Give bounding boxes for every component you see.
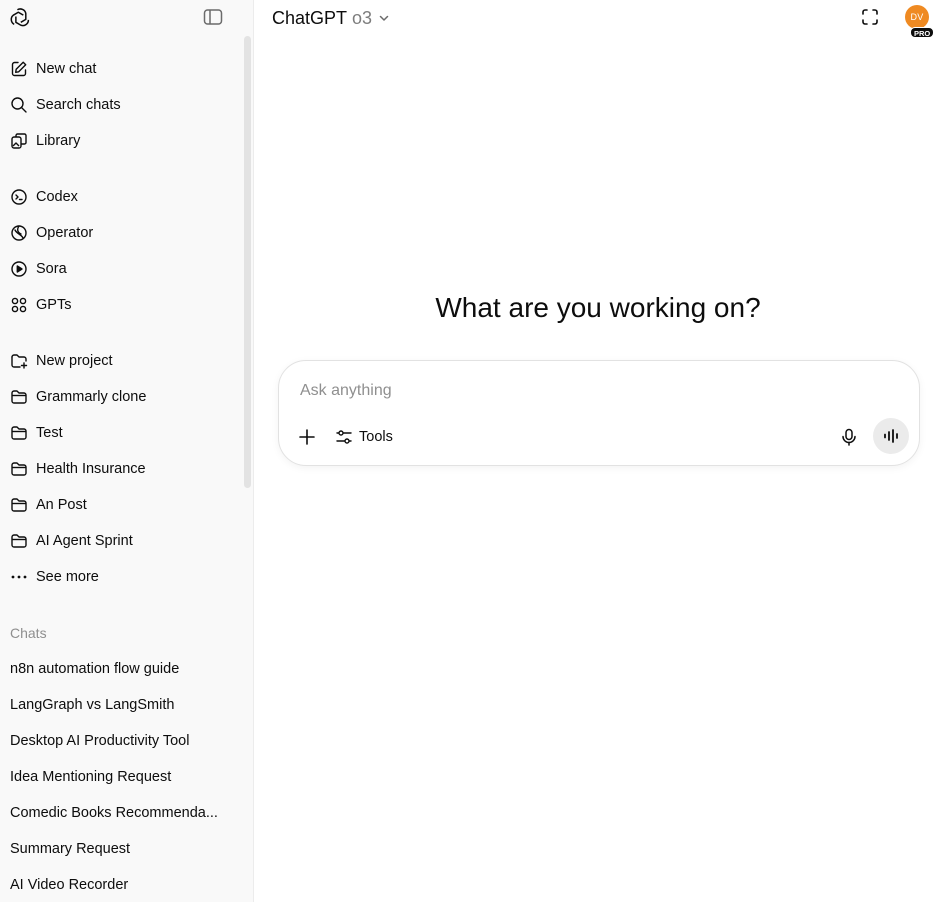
microphone-icon[interactable] <box>839 427 859 447</box>
temporary-chat-icon[interactable] <box>860 7 880 27</box>
sidebar-item-label: Operator <box>36 225 94 241</box>
sidebar-item-codex[interactable]: Codex <box>0 179 240 215</box>
model-version: o3 <box>352 7 373 28</box>
sidebar-item-label: Test <box>36 425 63 441</box>
sidebar-item-search-chats[interactable]: Search chats <box>0 87 240 123</box>
sidebar-item-label: See more <box>36 569 99 585</box>
voice-mode-button[interactable] <box>873 418 909 454</box>
codex-icon <box>11 189 27 205</box>
sidebar-item-see-more[interactable]: See more <box>0 559 240 595</box>
more-icon <box>11 575 27 579</box>
chats-section-label: Chats <box>10 625 47 641</box>
folder-icon <box>11 462 27 476</box>
sidebar-item-label: AI Agent Sprint <box>36 533 133 549</box>
sidebar-item-new-project[interactable]: New project <box>0 343 240 379</box>
library-icon <box>11 133 27 149</box>
sidebar-header <box>0 0 253 36</box>
sidebar-item-label: An Post <box>36 497 87 513</box>
sidebar-item-sora[interactable]: Sora <box>0 251 240 287</box>
chat-history-item[interactable]: Summary Request <box>10 831 230 867</box>
sidebar-item-label: GPTs <box>36 297 72 313</box>
sidebar-item-label: New project <box>36 353 113 369</box>
grid-icon <box>11 297 27 313</box>
sidebar-item-library[interactable]: Library <box>0 123 240 159</box>
sidebar-item-operator[interactable]: Operator <box>0 215 240 251</box>
page-title: What are you working on? <box>435 292 761 323</box>
folder-icon <box>11 390 27 404</box>
plus-icon[interactable] <box>297 427 317 447</box>
plan-badge: PRO <box>910 27 935 38</box>
voice-waveform-icon <box>884 429 898 443</box>
chat-history-item[interactable]: n8n automation flow guide <box>10 651 230 687</box>
sidebar-item-label: Grammarly clone <box>36 389 147 405</box>
search-icon <box>11 97 27 113</box>
sidebar-item-label: Codex <box>36 189 78 205</box>
sidebar-item-project[interactable]: An Post <box>0 487 240 523</box>
sidebar-item-project[interactable]: Grammarly clone <box>0 379 240 415</box>
sidebar-item-label: Library <box>36 133 81 149</box>
sidebar-item-label: Health Insurance <box>36 461 146 477</box>
avatar[interactable]: DV <box>905 5 929 29</box>
sidebar-item-gpts[interactable]: GPTs <box>0 287 240 323</box>
sidebar-item-project[interactable]: Health Insurance <box>0 451 240 487</box>
chat-history-item[interactable]: Desktop AI Productivity Tool <box>10 723 230 759</box>
sliders-icon <box>336 430 352 444</box>
folder-icon <box>11 426 27 440</box>
sidebar-item-project[interactable]: AI Agent Sprint <box>0 523 240 559</box>
chat-history-item[interactable]: Idea Mentioning Request <box>10 759 230 795</box>
tools-label: Tools <box>359 429 393 445</box>
chat-history-item[interactable]: AI Video Recorder <box>10 867 230 902</box>
sidebar-scrollbar[interactable] <box>244 36 251 488</box>
sidebar-item-project[interactable]: Test <box>0 415 240 451</box>
sidebar-item-label: Sora <box>36 261 67 277</box>
sidebar-toggle-icon[interactable] <box>202 6 224 28</box>
sidebar-item-new-chat[interactable]: New chat <box>0 51 240 87</box>
edit-icon <box>11 61 27 77</box>
tools-button[interactable]: Tools <box>335 425 393 449</box>
folder-icon <box>11 498 27 512</box>
chevron-down-icon <box>379 15 389 21</box>
main-area: ChatGPT o3 DV PRO What are you working o… <box>254 0 936 902</box>
sidebar-item-label: New chat <box>36 61 97 77</box>
openai-logo-icon[interactable] <box>8 6 32 30</box>
sidebar: New chat Search chats Library Codex Oper… <box>0 0 254 902</box>
chat-history-item[interactable]: Comedic Books Recommenda... <box>10 795 230 831</box>
operator-icon <box>11 225 27 241</box>
sidebar-item-label: Search chats <box>36 97 121 113</box>
chat-history-item[interactable]: LangGraph vs LangSmith <box>10 687 230 723</box>
composer: Ask anything Tools <box>278 360 920 466</box>
folder-icon <box>11 534 27 548</box>
model-selector[interactable]: ChatGPT o3 <box>272 6 390 30</box>
play-icon <box>11 261 27 277</box>
folder-plus-icon <box>11 354 28 369</box>
app-name: ChatGPT <box>272 7 348 28</box>
prompt-input[interactable]: Ask anything <box>300 380 392 402</box>
